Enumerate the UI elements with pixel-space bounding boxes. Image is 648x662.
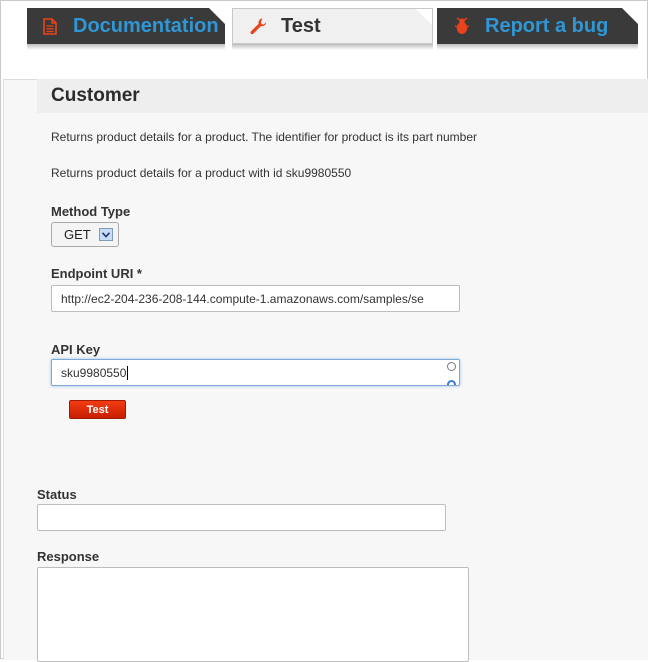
api-key-field[interactable]: sku9980550: [51, 359, 460, 386]
method-type-value: GET: [64, 227, 91, 242]
tab-report-bug[interactable]: Report a bug: [437, 8, 638, 44]
tab-test[interactable]: Test: [232, 8, 433, 44]
description-example: Returns product details for a product wi…: [51, 166, 352, 180]
spinner-down-icon: [447, 380, 456, 385]
tab-documentation-label: Documentation: [73, 14, 219, 37]
response-textarea[interactable]: [37, 567, 469, 662]
endpoint-uri-field[interactable]: http://ec2-204-236-208-144.compute-1.ama…: [51, 285, 460, 312]
api-key-value: sku9980550: [61, 365, 127, 380]
response-label: Response: [37, 549, 100, 564]
test-button[interactable]: Test: [69, 400, 126, 419]
endpoint-uri-label: Endpoint URI *: [51, 266, 142, 281]
document-icon: [41, 16, 59, 36]
status-field[interactable]: [37, 504, 446, 531]
description-text: Returns product details for a product. T…: [51, 130, 477, 144]
chevron-down-icon[interactable]: [99, 228, 113, 241]
text-caret: [127, 365, 129, 380]
page-title: Customer: [51, 85, 140, 106]
method-type-label: Method Type: [51, 204, 131, 219]
endpoint-uri-value: http://ec2-204-236-208-144.compute-1.ama…: [61, 291, 424, 306]
bug-icon: [453, 16, 471, 36]
status-label: Status: [37, 487, 77, 502]
tab-test-label: Test: [281, 14, 321, 37]
method-type-select[interactable]: GET: [51, 222, 119, 247]
tab-report-bug-label: Report a bug: [485, 14, 609, 37]
tab-documentation[interactable]: Documentation: [27, 8, 225, 44]
wrench-icon: [249, 16, 267, 36]
api-key-label: API Key: [51, 342, 101, 357]
spinner-up-icon: [447, 362, 456, 371]
